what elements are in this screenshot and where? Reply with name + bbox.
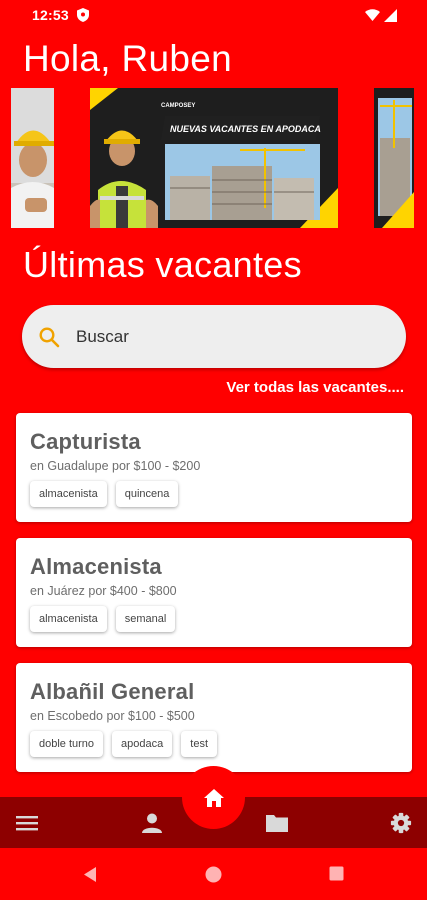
- construction-image: [374, 88, 414, 228]
- job-tag[interactable]: test: [181, 731, 217, 757]
- job-location-salary: en Guadalupe por $100 - $200: [30, 459, 201, 473]
- banner-slide-previous[interactable]: [11, 88, 54, 228]
- banner-image: CAMPOSEY NUEVAS VACANTES EN APODACA: [90, 88, 338, 228]
- job-tag[interactable]: almacenista: [30, 606, 107, 632]
- latest-vacancies-title: Últimas vacantes: [23, 244, 302, 285]
- settings-icon[interactable]: [389, 812, 413, 834]
- home-button[interactable]: [182, 766, 245, 829]
- search-input[interactable]: [76, 326, 376, 347]
- signal-icon: [384, 8, 397, 22]
- see-all-vacancies-link[interactable]: Ver todas las vacantes....: [226, 379, 404, 396]
- banner-slide-next[interactable]: [374, 88, 414, 228]
- status-bar: 12:53: [0, 0, 427, 30]
- status-icons: [365, 8, 397, 22]
- person-icon[interactable]: [140, 812, 164, 834]
- job-location-salary: en Escobedo por $100 - $500: [30, 709, 195, 723]
- greeting-title: Hola, Ruben: [23, 38, 232, 79]
- banner-headline: NUEVAS VACANTES EN APODACA: [170, 124, 321, 134]
- job-card[interactable]: Capturista en Guadalupe por $100 - $200 …: [16, 413, 412, 522]
- wifi-icon: [365, 9, 380, 21]
- status-time: 12:53: [32, 7, 69, 23]
- menu-icon[interactable]: [15, 812, 39, 834]
- banner-carousel[interactable]: CAMPOSEY NUEVAS VACANTES EN APODACA: [0, 88, 427, 228]
- job-tags: doble turno apodaca test: [30, 731, 412, 757]
- job-tag[interactable]: quincena: [115, 481, 179, 507]
- job-location-salary: en Juárez por $400 - $800: [30, 584, 177, 598]
- job-title: Almacenista: [30, 554, 162, 579]
- app-screen: 12:53 Hola, Ruben CAMPOSEY NUEVAS VACANT…: [0, 0, 427, 900]
- recents-icon[interactable]: [329, 866, 344, 881]
- search-bar[interactable]: [22, 305, 406, 368]
- back-icon[interactable]: [82, 866, 98, 883]
- job-tags: almacenista semanal: [30, 606, 412, 632]
- worker-image: [11, 88, 54, 228]
- home-icon: [203, 788, 224, 807]
- job-title: Albañil General: [30, 679, 195, 704]
- job-tag[interactable]: semanal: [115, 606, 176, 632]
- job-title: Capturista: [30, 429, 141, 454]
- shield-icon: [76, 8, 89, 22]
- search-icon: [39, 326, 60, 347]
- job-tag[interactable]: almacenista: [30, 481, 107, 507]
- folder-icon[interactable]: [265, 812, 289, 834]
- job-tag[interactable]: apodaca: [112, 731, 173, 757]
- job-tags: almacenista quincena: [30, 481, 412, 507]
- system-navigation-bar: [0, 848, 427, 900]
- job-card[interactable]: Almacenista en Juárez por $400 - $800 al…: [16, 538, 412, 647]
- home-circle-icon[interactable]: [205, 866, 222, 883]
- banner-slide-current[interactable]: CAMPOSEY NUEVAS VACANTES EN APODACA: [90, 88, 338, 228]
- job-card[interactable]: Albañil General en Escobedo por $100 - $…: [16, 663, 412, 772]
- job-tag[interactable]: doble turno: [30, 731, 104, 757]
- banner-brand: CAMPOSEY: [161, 103, 195, 109]
